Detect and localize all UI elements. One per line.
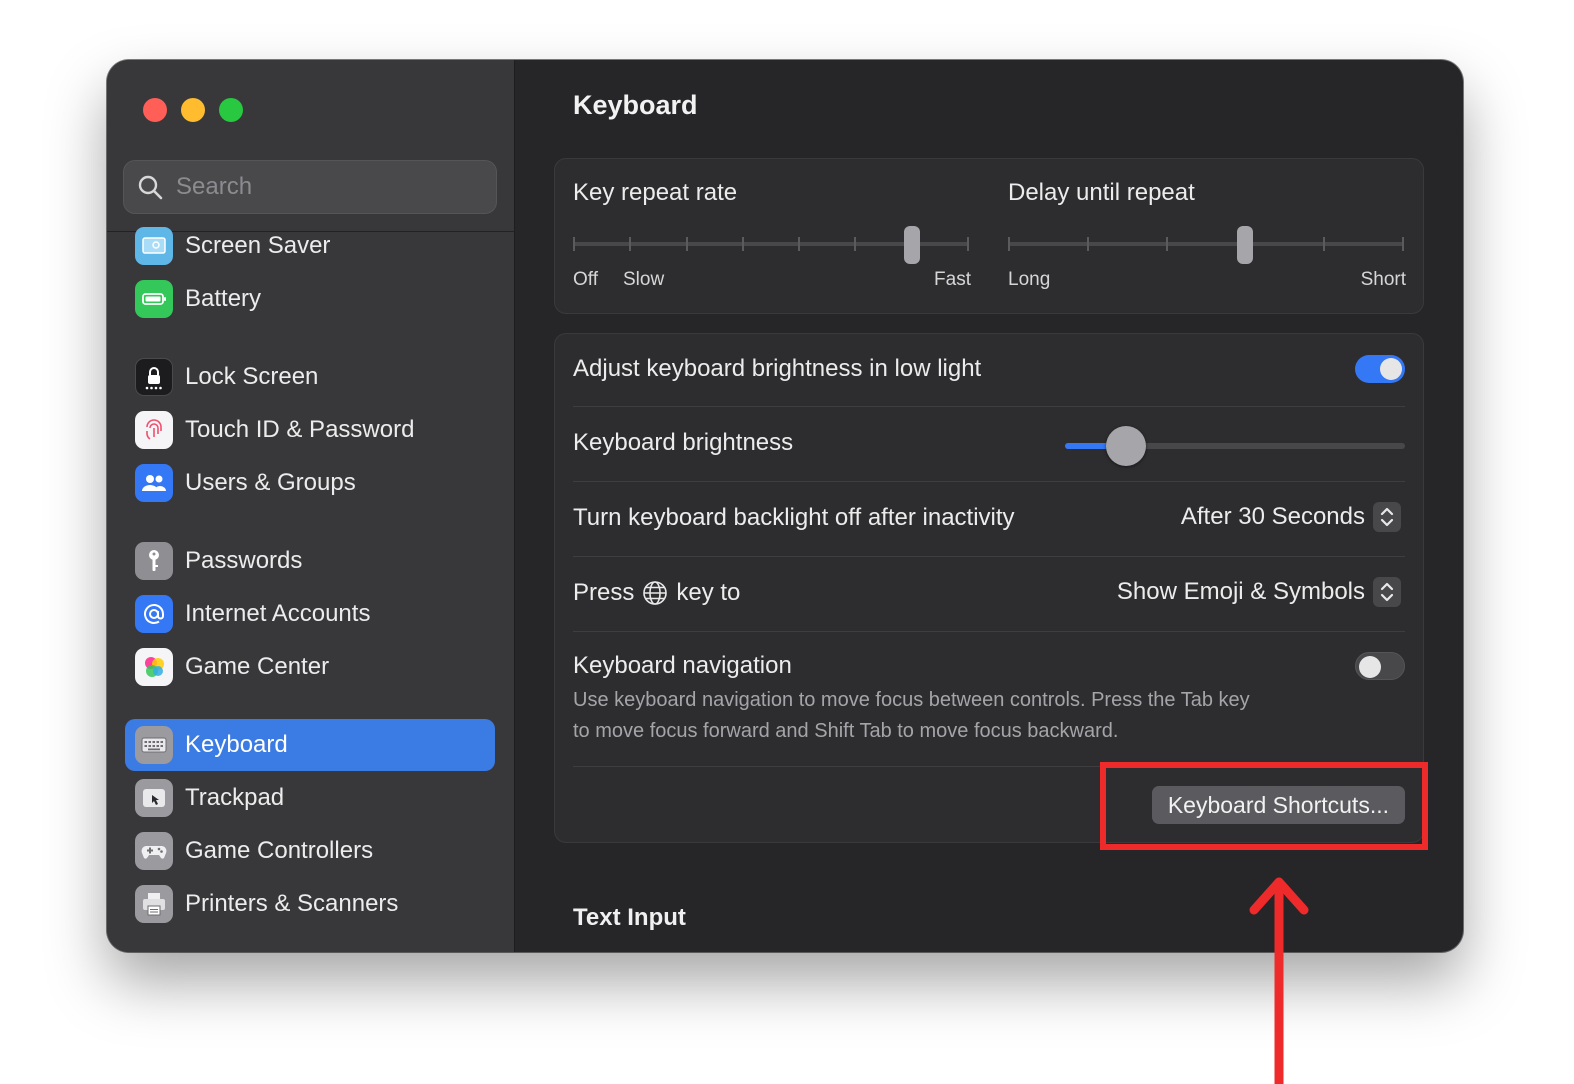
minimize-button[interactable] (181, 98, 205, 122)
sidebar-item-label: Battery (185, 285, 262, 312)
sidebar-item-keyboard[interactable]: Keyboard (125, 719, 495, 771)
search-field[interactable] (123, 160, 497, 214)
sidebar-item-users-groups[interactable]: Users & Groups (125, 457, 495, 509)
backlight-off-label: Turn keyboard backlight off after inacti… (573, 504, 1015, 531)
sidebar-item-label: Touch ID & Password (185, 416, 415, 443)
keyboard-brightness-knob[interactable] (1105, 426, 1146, 466)
sidebar-item-label: Lock Screen (185, 363, 319, 390)
slider-tick (1086, 237, 1089, 251)
slider-tick (1008, 237, 1010, 251)
description-line: to move focus forward and Shift Tab to m… (573, 720, 1119, 742)
sidebar-item-lock-screen[interactable]: Lock Screen (125, 351, 495, 403)
printer-icon (135, 885, 173, 923)
sidebar-item-printers-scanners[interactable]: Printers & Scanners (125, 878, 495, 930)
press-key-suffix: key to (676, 579, 741, 606)
delay-repeat-long-caption: Long (1008, 269, 1051, 290)
slider-tick (573, 237, 575, 251)
slider-tick (854, 237, 857, 251)
press-key-prefix: Press (573, 579, 635, 606)
slider-tick (1165, 237, 1168, 251)
backlight-off-row: Turn keyboard backlight off after inacti… (573, 482, 1405, 556)
sidebar-item-label: Game Controllers (185, 837, 374, 864)
sidebar-item-game-controllers[interactable]: Game Controllers (125, 825, 495, 877)
slider-tick (1323, 237, 1326, 251)
sidebar-item-label: Users & Groups (185, 469, 356, 496)
users-icon (135, 464, 173, 502)
sidebar-item-label: Game Center (185, 653, 330, 680)
delay-repeat-short-caption: Short (1360, 269, 1406, 290)
adjust-brightness-row: Adjust keyboard brightness in low light (573, 334, 1405, 406)
keyboard-navigation-description: Use keyboard navigation to move focus be… (573, 685, 1353, 747)
sidebar-item-passwords[interactable]: Passwords (125, 535, 495, 587)
key-repeat-thumb[interactable] (903, 226, 920, 264)
backlight-off-value: After 30 Seconds (1180, 503, 1365, 530)
sidebar-item-label: Internet Accounts (185, 600, 371, 627)
repeat-settings-card: Key repeat rate Off Slow Fast Delay unti… (554, 158, 1424, 314)
keyboard-brightness-slider[interactable] (1065, 425, 1405, 466)
close-button[interactable] (143, 98, 167, 122)
at-sign-icon (135, 595, 173, 633)
page-title: Keyboard (573, 90, 698, 120)
annotation-highlight-box (1100, 762, 1428, 850)
press-key-row: Press key to Show Emoji & Symbols (573, 557, 1405, 631)
key-repeat-slider[interactable] (573, 225, 971, 265)
text-input-section-title: Text Input (573, 904, 686, 931)
slider-tick (685, 237, 688, 251)
sidebar-item-internet-accounts[interactable]: Internet Accounts (125, 588, 495, 640)
keyboard-brightness-row: Keyboard brightness (573, 407, 1405, 481)
slider-tick (967, 237, 969, 251)
sidebar-item-game-center[interactable]: Game Center (125, 641, 495, 693)
press-key-value: Show Emoji & Symbols (1116, 578, 1365, 605)
lock-icon (135, 358, 173, 396)
description-line: Use keyboard navigation to move focus be… (573, 689, 1250, 711)
keyboard-brightness-label: Keyboard brightness (573, 429, 794, 456)
keyboard-navigation-label: Keyboard navigation (573, 652, 792, 679)
sidebar-item-label: Passwords (185, 547, 303, 574)
gamepad-icon (135, 832, 173, 870)
key-repeat-off-caption: Off (573, 269, 598, 290)
chevron-up-down-icon (1373, 502, 1401, 532)
sidebar-item-touch-id[interactable]: Touch ID & Password (125, 404, 495, 456)
keyboard-navigation-row: Keyboard navigation Use keyboard navigat… (573, 632, 1405, 766)
key-repeat-label: Key repeat rate (573, 179, 738, 206)
trackpad-icon (135, 779, 173, 817)
window-controls (143, 98, 243, 122)
search-input[interactable] (176, 173, 476, 201)
annotation-arrow-icon (1249, 877, 1309, 1084)
sidebar-item-battery[interactable]: Battery (125, 273, 495, 325)
game-center-icon (135, 648, 173, 686)
battery-icon (135, 280, 173, 318)
sidebar-item-label: Screen Saver (185, 232, 331, 259)
search-icon (138, 175, 163, 200)
sidebar-item-trackpad[interactable]: Trackpad (125, 772, 495, 824)
keyboard-icon (135, 726, 173, 764)
fingerprint-icon (135, 411, 173, 449)
keyboard-navigation-toggle[interactable] (1355, 652, 1405, 680)
zoom-button[interactable] (219, 98, 243, 122)
slider-tick (741, 237, 744, 251)
sidebar-item-label: Trackpad (185, 784, 285, 811)
slider-tick (798, 237, 801, 251)
delay-repeat-slider[interactable] (1008, 225, 1406, 265)
slider-tick (1402, 237, 1404, 251)
key-icon (135, 542, 173, 580)
key-repeat-fast-caption: Fast (934, 269, 971, 290)
delay-repeat-thumb[interactable] (1237, 226, 1254, 264)
sidebar: Screen Saver Battery Lock Screen Touch I… (107, 60, 515, 952)
screen-saver-icon (135, 227, 173, 265)
key-repeat-slow-caption: Slow (623, 269, 665, 290)
globe-icon (643, 581, 668, 605)
backlight-off-popup[interactable]: After 30 Seconds (1181, 502, 1401, 532)
delay-repeat-label: Delay until repeat (1008, 179, 1195, 206)
press-key-label: Press key to (573, 579, 740, 607)
press-key-popup[interactable]: Show Emoji & Symbols (1117, 577, 1401, 607)
slider-tick (629, 237, 632, 251)
sidebar-item-label: Keyboard (185, 731, 288, 758)
adjust-brightness-label: Adjust keyboard brightness in low light (573, 355, 982, 382)
chevron-up-down-icon (1373, 577, 1401, 607)
sidebar-item-screen-saver[interactable]: Screen Saver (125, 220, 495, 272)
adjust-brightness-toggle[interactable] (1355, 355, 1405, 383)
sidebar-item-label: Printers & Scanners (185, 890, 399, 917)
